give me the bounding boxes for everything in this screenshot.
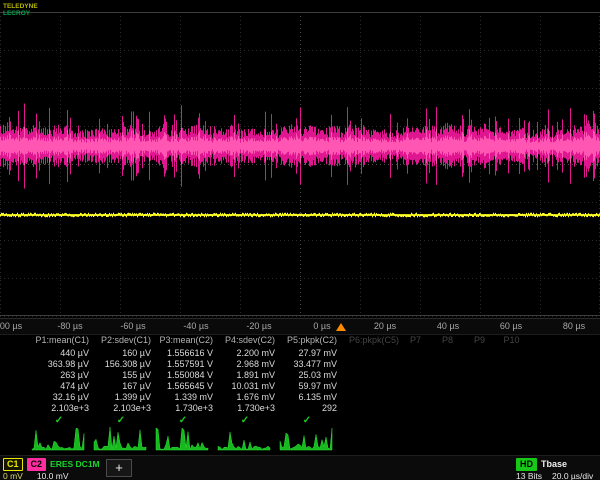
param-value: 156.308 µV — [90, 359, 152, 370]
measure-header-row: P1:mean(C1) P2:sdev(C1) P3:mean(C2) P4:s… — [0, 335, 600, 348]
param-value: 6.135 mV — [276, 392, 338, 403]
param-header-p7[interactable]: P7 — [400, 335, 432, 348]
tbase-tdiv-value: 20.0 µs/div — [552, 471, 593, 480]
eres-coupling-label[interactable]: ERES DC1M — [50, 459, 100, 469]
stat-row-num: 2.103e+3 2.103e+3 1.730e+3 1.730e+3 292 — [0, 403, 600, 414]
tbase-label: Tbase — [541, 459, 567, 469]
param-header-p5[interactable]: P5:pkpk(C2) — [276, 335, 338, 348]
stat-row-mean: 363.98 µV 156.308 µV 1.557591 V 2.968 mV… — [0, 359, 600, 370]
param-value: 2.103e+3 — [90, 403, 152, 414]
param-header-p3[interactable]: P3:mean(C2) — [152, 335, 214, 348]
param-value: 160 µV — [90, 348, 152, 359]
channel-descriptors: C1 C2 ERES DC1M 0 mV 10.0 mV — [3, 458, 100, 480]
stat-row-min: 263 µV 155 µV 1.550084 V 1.891 mV 25.03 … — [0, 370, 600, 381]
waveform-display[interactable]: TELEDYNE LECROY — [0, 0, 600, 318]
param-header-p6[interactable]: P6:pkpk(C5) — [338, 335, 400, 348]
param-value: 1.730e+3 — [152, 403, 214, 414]
time-label: 80 µs — [563, 321, 585, 331]
c2-channel-chip[interactable]: C2 — [27, 458, 47, 471]
measure-table: P1:mean(C1) P2:sdev(C1) P3:mean(C2) P4:s… — [0, 334, 600, 427]
add-trace-crosshair-icon[interactable]: + — [106, 459, 132, 477]
time-label: 20 µs — [374, 321, 396, 331]
hd-mode-chip[interactable]: HD — [516, 458, 537, 471]
time-label: 60 µs — [500, 321, 522, 331]
time-label-zero: 0 µs — [313, 321, 330, 331]
param-value: 25.03 mV — [276, 370, 338, 381]
param-value: 10.031 mV — [214, 381, 276, 392]
param-value: 59.97 mV — [276, 381, 338, 392]
c1-offset-value: 0 mV — [3, 471, 23, 480]
param-header-p9[interactable]: P9 — [464, 335, 496, 348]
param-value: 1.399 µV — [90, 392, 152, 403]
waveform-svg[interactable] — [0, 0, 600, 318]
timebase-descriptor[interactable]: HD Tbase 13 Bits 20.0 µs/div — [516, 458, 600, 480]
param-value: 1.550084 V — [152, 370, 214, 381]
param-value: 292 — [276, 403, 338, 414]
param-value: 2.103e+3 — [28, 403, 90, 414]
param-value: 167 µV — [90, 381, 152, 392]
histicons[interactable] — [0, 424, 600, 454]
time-label: -100 µs — [0, 321, 22, 331]
param-value: 32.16 µV — [28, 392, 90, 403]
time-axis: -100 µs -80 µs -60 µs -40 µs -20 µs 0 µs… — [0, 318, 600, 334]
param-value: 155 µV — [90, 370, 152, 381]
param-value: 1.557591 V — [152, 359, 214, 370]
bottom-bar: C1 C2 ERES DC1M 0 mV 10.0 mV + HD Tbase … — [0, 455, 600, 480]
param-header-p10[interactable]: P10 — [496, 335, 528, 348]
param-value: 440 µV — [28, 348, 90, 359]
time-label: -80 µs — [57, 321, 82, 331]
trigger-position-marker[interactable] — [336, 323, 346, 331]
brand-line1: TELEDYNE — [3, 3, 38, 10]
param-value: 1.339 mV — [152, 392, 214, 403]
param-header-p2[interactable]: P2:sdev(C1) — [90, 335, 152, 348]
c1-vdiv-value: 10.0 mV — [37, 471, 69, 480]
time-label: -40 µs — [183, 321, 208, 331]
param-value: 1.556616 V — [152, 348, 214, 359]
param-value: 2.200 mV — [214, 348, 276, 359]
stat-row-value: 440 µV 160 µV 1.556616 V 2.200 mV 27.97 … — [0, 348, 600, 359]
param-header-p4[interactable]: P4:sdev(C2) — [214, 335, 276, 348]
param-value: 1.730e+3 — [214, 403, 276, 414]
param-header-p1[interactable]: P1:mean(C1) — [28, 335, 90, 348]
c1-channel-chip[interactable]: C1 — [3, 458, 23, 471]
header-spacer — [0, 335, 28, 348]
param-value: 474 µV — [28, 381, 90, 392]
tbase-bits-value: 13 Bits — [516, 471, 542, 480]
time-label: 40 µs — [437, 321, 459, 331]
param-header-p8[interactable]: P8 — [432, 335, 464, 348]
param-value: 1.676 mV — [214, 392, 276, 403]
param-value: 363.98 µV — [28, 359, 90, 370]
param-value: 2.968 mV — [214, 359, 276, 370]
time-label: -20 µs — [246, 321, 271, 331]
time-label: -60 µs — [120, 321, 145, 331]
param-value: 33.477 mV — [276, 359, 338, 370]
param-value: 27.97 mV — [276, 348, 338, 359]
param-value: 263 µV — [28, 370, 90, 381]
stat-row-sdev: 32.16 µV 1.399 µV 1.339 mV 1.676 mV 6.13… — [0, 392, 600, 403]
param-value: 1.565645 V — [152, 381, 214, 392]
brand-watermark: TELEDYNE LECROY — [3, 3, 38, 17]
brand-line2: LECROY — [3, 10, 38, 17]
stat-row-max: 474 µV 167 µV 1.565645 V 10.031 mV 59.97… — [0, 381, 600, 392]
param-value: 1.891 mV — [214, 370, 276, 381]
